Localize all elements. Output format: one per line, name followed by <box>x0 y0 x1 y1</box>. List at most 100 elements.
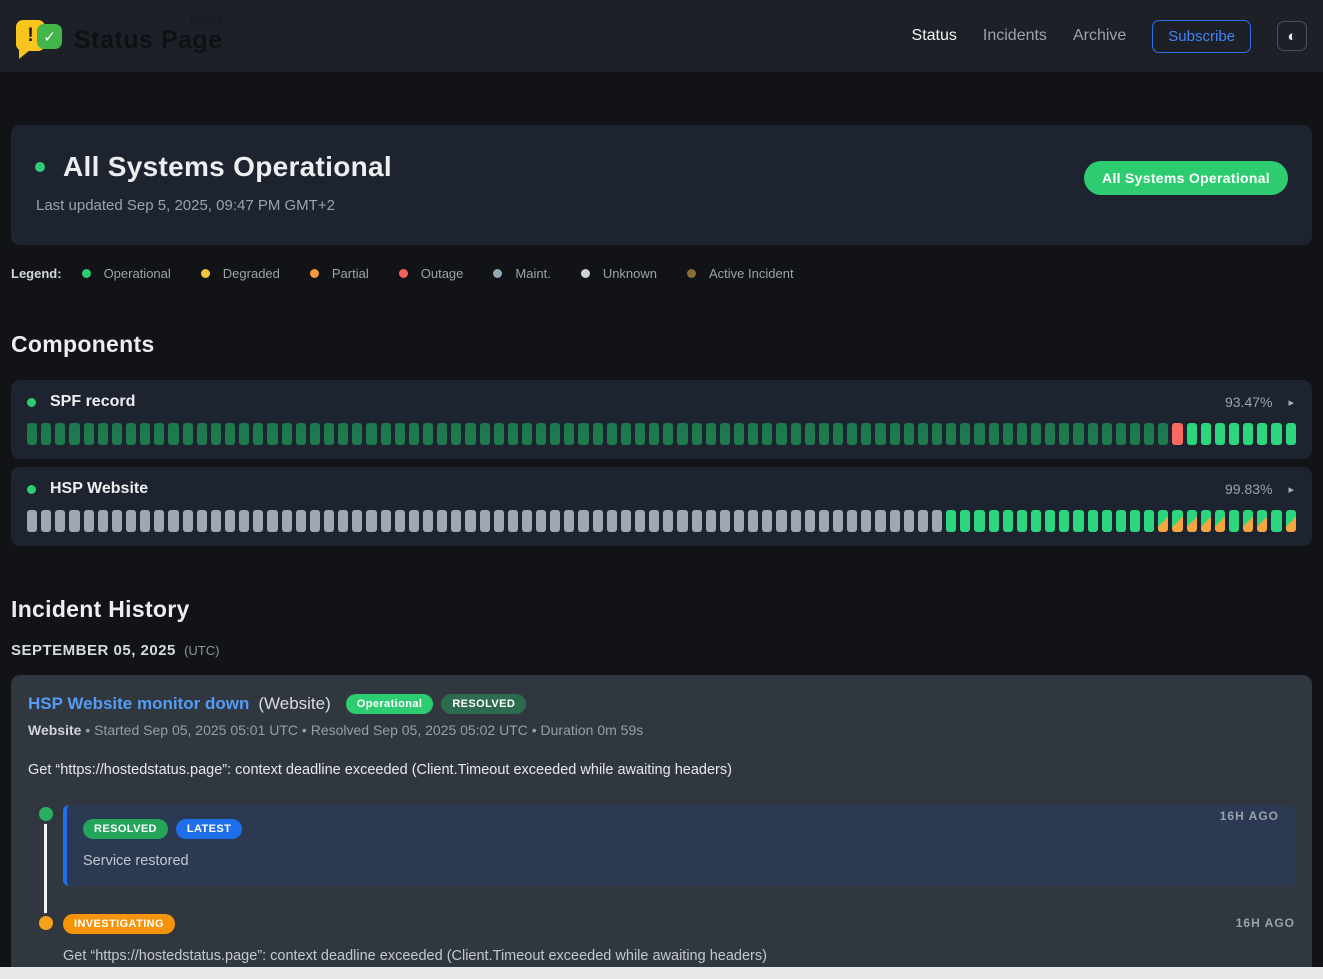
uptime-bar-dim[interactable] <box>296 423 306 445</box>
uptime-bar-nodata[interactable] <box>352 510 362 532</box>
uptime-bar-up[interactable] <box>1286 423 1296 445</box>
uptime-bar-nodata[interactable] <box>366 510 376 532</box>
uptime-bar-nodata[interactable] <box>423 510 433 532</box>
uptime-bar-dim[interactable] <box>748 423 758 445</box>
uptime-bar-nodata[interactable] <box>522 510 532 532</box>
uptime-bar-dim[interactable] <box>692 423 702 445</box>
uptime-bar-dim[interactable] <box>762 423 772 445</box>
uptime-bar-nodata[interactable] <box>819 510 829 532</box>
uptime-bar-up[interactable] <box>1031 510 1041 532</box>
uptime-bar-dim[interactable] <box>1158 423 1168 445</box>
uptime-bar-mixed[interactable] <box>1172 510 1182 532</box>
uptime-bar-nodata[interactable] <box>861 510 871 532</box>
uptime-bar-dim[interactable] <box>564 423 574 445</box>
uptime-bar-up[interactable] <box>1116 510 1126 532</box>
uptime-bar-dim[interactable] <box>366 423 376 445</box>
uptime-bar-nodata[interactable] <box>875 510 885 532</box>
uptime-bar-dim[interactable] <box>352 423 362 445</box>
uptime-bar-dim[interactable] <box>183 423 193 445</box>
uptime-bar-dim[interactable] <box>69 423 79 445</box>
uptime-bar-nodata[interactable] <box>437 510 447 532</box>
uptime-bar-dim[interactable] <box>890 423 900 445</box>
expand-component-button[interactable]: ▸ <box>1286 394 1296 411</box>
subscribe-button[interactable]: Subscribe <box>1152 20 1251 53</box>
uptime-bar-nodata[interactable] <box>607 510 617 532</box>
uptime-bar-dim[interactable] <box>635 423 645 445</box>
uptime-bar-dim[interactable] <box>649 423 659 445</box>
uptime-bar-nodata[interactable] <box>677 510 687 532</box>
uptime-bar-dim[interactable] <box>338 423 348 445</box>
uptime-bar-mixed[interactable] <box>1215 510 1225 532</box>
uptime-bar-nodata[interactable] <box>550 510 560 532</box>
uptime-bar-dim[interactable] <box>55 423 65 445</box>
uptime-bar-nodata[interactable] <box>112 510 122 532</box>
uptime-bar-nodata[interactable] <box>904 510 914 532</box>
uptime-bar-nodata[interactable] <box>536 510 546 532</box>
uptime-bar-dim[interactable] <box>423 423 433 445</box>
uptime-bar-dim[interactable] <box>677 423 687 445</box>
uptime-bar-nodata[interactable] <box>847 510 857 532</box>
uptime-bar-up[interactable] <box>1257 423 1267 445</box>
theme-toggle-button[interactable]: ◐ <box>1277 21 1307 51</box>
uptime-bar-dim[interactable] <box>381 423 391 445</box>
uptime-bar-dim[interactable] <box>154 423 164 445</box>
uptime-bar-dim[interactable] <box>310 423 320 445</box>
uptime-bar-nodata[interactable] <box>253 510 263 532</box>
uptime-bar-down[interactable] <box>1172 423 1182 445</box>
uptime-bar-mixed[interactable] <box>1187 510 1197 532</box>
uptime-bar-nodata[interactable] <box>465 510 475 532</box>
uptime-bar-dim[interactable] <box>211 423 221 445</box>
uptime-bar-dim[interactable] <box>451 423 461 445</box>
uptime-bar-nodata[interactable] <box>748 510 758 532</box>
uptime-bar-mixed[interactable] <box>1286 510 1296 532</box>
uptime-bar-nodata[interactable] <box>239 510 249 532</box>
uptime-bar-nodata[interactable] <box>451 510 461 532</box>
uptime-bar-dim[interactable] <box>1017 423 1027 445</box>
uptime-bar-nodata[interactable] <box>762 510 772 532</box>
uptime-bar-dim[interactable] <box>989 423 999 445</box>
uptime-bar-up[interactable] <box>1187 423 1197 445</box>
uptime-bar-dim[interactable] <box>847 423 857 445</box>
uptime-bar-dim[interactable] <box>875 423 885 445</box>
uptime-bar-dim[interactable] <box>805 423 815 445</box>
uptime-bar-dim[interactable] <box>282 423 292 445</box>
uptime-bar-up[interactable] <box>1003 510 1013 532</box>
uptime-bar-dim[interactable] <box>197 423 207 445</box>
uptime-bar-nodata[interactable] <box>692 510 702 532</box>
uptime-bar-dim[interactable] <box>225 423 235 445</box>
uptime-bar-nodata[interactable] <box>409 510 419 532</box>
uptime-bar-up[interactable] <box>1144 510 1154 532</box>
uptime-bar-dim[interactable] <box>140 423 150 445</box>
uptime-bar-dim[interactable] <box>27 423 37 445</box>
uptime-bar-up[interactable] <box>1229 510 1239 532</box>
uptime-bar-dim[interactable] <box>465 423 475 445</box>
brand-home-link[interactable]: ! ✓ hosted Status Page <box>16 14 223 58</box>
uptime-bar-nodata[interactable] <box>69 510 79 532</box>
uptime-bar-mixed[interactable] <box>1158 510 1168 532</box>
uptime-bar-nodata[interactable] <box>720 510 730 532</box>
uptime-bar-dim[interactable] <box>480 423 490 445</box>
uptime-bar-up[interactable] <box>1201 423 1211 445</box>
uptime-bar-dim[interactable] <box>1045 423 1055 445</box>
expand-component-button[interactable]: ▸ <box>1286 481 1296 498</box>
uptime-bar-dim[interactable] <box>833 423 843 445</box>
uptime-bar-dim[interactable] <box>508 423 518 445</box>
uptime-bar-dim[interactable] <box>1102 423 1112 445</box>
uptime-bar-nodata[interactable] <box>84 510 94 532</box>
uptime-bar-up[interactable] <box>1017 510 1027 532</box>
uptime-bar-dim[interactable] <box>946 423 956 445</box>
uptime-bar-dim[interactable] <box>98 423 108 445</box>
uptime-bar-dim[interactable] <box>536 423 546 445</box>
uptime-bar-nodata[interactable] <box>494 510 504 532</box>
uptime-bar-up[interactable] <box>989 510 999 532</box>
uptime-bar-dim[interactable] <box>41 423 51 445</box>
uptime-bar-mixed[interactable] <box>1201 510 1211 532</box>
uptime-bar-up[interactable] <box>1271 510 1281 532</box>
uptime-bar-dim[interactable] <box>904 423 914 445</box>
uptime-bar-up[interactable] <box>1215 423 1225 445</box>
uptime-bar-dim[interactable] <box>791 423 801 445</box>
uptime-bar-nodata[interactable] <box>98 510 108 532</box>
uptime-bar-dim[interactable] <box>112 423 122 445</box>
uptime-bar-nodata[interactable] <box>734 510 744 532</box>
uptime-bar-nodata[interactable] <box>211 510 221 532</box>
